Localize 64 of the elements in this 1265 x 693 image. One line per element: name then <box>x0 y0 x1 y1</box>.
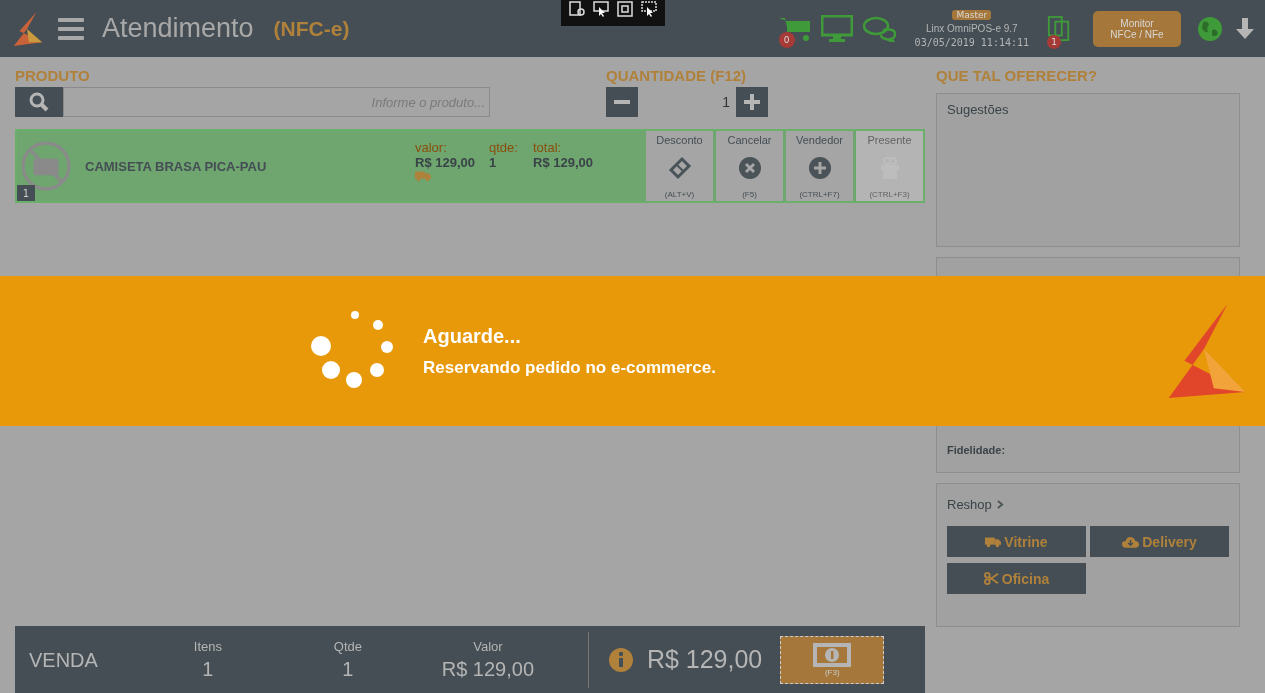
close-circle-icon <box>737 156 762 180</box>
stat-label: Itens <box>193 638 222 654</box>
stat-value: 1 <box>202 657 214 681</box>
chat-icon[interactable] <box>862 15 897 42</box>
cloud-download-icon <box>1122 535 1140 548</box>
stat-value: R$ 129,00 <box>441 657 535 681</box>
info-icon[interactable] <box>608 647 633 672</box>
item-quantity: 1 <box>489 155 498 170</box>
quantity-caption: qtde: <box>489 140 519 155</box>
monitor-button[interactable]: Monitor NFCe / NFe <box>1093 10 1181 47</box>
documents-icon[interactable] <box>1047 14 1071 43</box>
item-total: R$ 129,00 <box>533 155 593 170</box>
stat-label: Valor <box>473 638 503 654</box>
item-action-button[interactable]: Cancelar (F5) <box>716 131 783 201</box>
monitor-icon[interactable] <box>820 14 853 43</box>
ticket-icon <box>667 156 692 180</box>
pointer-icon[interactable] <box>641 1 658 17</box>
page-title: Atendimento <box>102 13 254 44</box>
frame-icon[interactable] <box>617 1 634 17</box>
item-action-button[interactable]: Vendedor (CTRL+F7) <box>786 131 853 201</box>
value-label: valor: <box>415 140 448 155</box>
sale-total: R$ 129,00 <box>646 645 763 674</box>
down-arrow-icon[interactable] <box>1233 16 1257 41</box>
menu-icon[interactable] <box>58 17 84 40</box>
suggestions-heading: QUE TAL OFERECER? <box>936 67 1099 86</box>
banknote-icon <box>812 642 853 668</box>
pointer-icon[interactable] <box>593 1 610 17</box>
cart-count-badge: 0 <box>778 31 795 48</box>
truck-icon <box>415 170 431 182</box>
search-icon <box>29 92 49 112</box>
mode-label: (NFC-e) <box>273 16 350 41</box>
item-action-button[interactable]: Desconto (ALT+V) <box>646 131 713 201</box>
plus-icon <box>744 94 760 110</box>
loading-message: Reservando pedido no e-commerce. <box>423 357 716 378</box>
payment-button[interactable]: (F3) <box>780 635 885 684</box>
item-index: 1 <box>17 185 35 201</box>
reshop-button[interactable]: Oficina <box>947 563 1086 594</box>
reshop-button[interactable]: Vitrine <box>947 526 1086 557</box>
tool-icon[interactable] <box>569 1 586 17</box>
customer-detail: Fidelidade: <box>947 444 1007 456</box>
plus-circle-icon <box>807 156 832 180</box>
reshop-button[interactable]: Delivery <box>1090 526 1229 557</box>
unit-price: R$ 129,00 <box>415 155 475 170</box>
sale-title: VENDA <box>29 647 98 672</box>
product-label: PRODUTO <box>15 67 91 86</box>
increase-button[interactable] <box>736 87 768 117</box>
app-version: Linx OmniPOS-e 9.7 <box>925 22 1018 34</box>
total-label: total: <box>533 140 563 155</box>
scissors-icon <box>983 572 999 585</box>
search-button[interactable] <box>15 87 63 117</box>
chevron-right-icon[interactable] <box>996 499 1004 509</box>
date-time: 03/05/2019 11:14:11 <box>914 36 1029 48</box>
suggestions-title: Sugestões <box>947 102 1010 117</box>
profile-badge: Master <box>952 9 992 20</box>
quantity-label: QUANTIDADE (F12) <box>606 67 747 86</box>
loading-title: Aguarde... <box>423 324 522 348</box>
stat-value: 1 <box>342 657 354 681</box>
stat-label: Qtde <box>333 638 362 654</box>
globe-icon[interactable] <box>1197 15 1223 42</box>
reshop-title: Reshop <box>947 496 992 512</box>
documents-count-badge: 1 <box>1047 34 1061 49</box>
truck-icon <box>985 535 1002 548</box>
product-name: CAMISETA BRASA PICA-PAU <box>85 158 268 174</box>
decrease-button[interactable] <box>606 87 638 117</box>
